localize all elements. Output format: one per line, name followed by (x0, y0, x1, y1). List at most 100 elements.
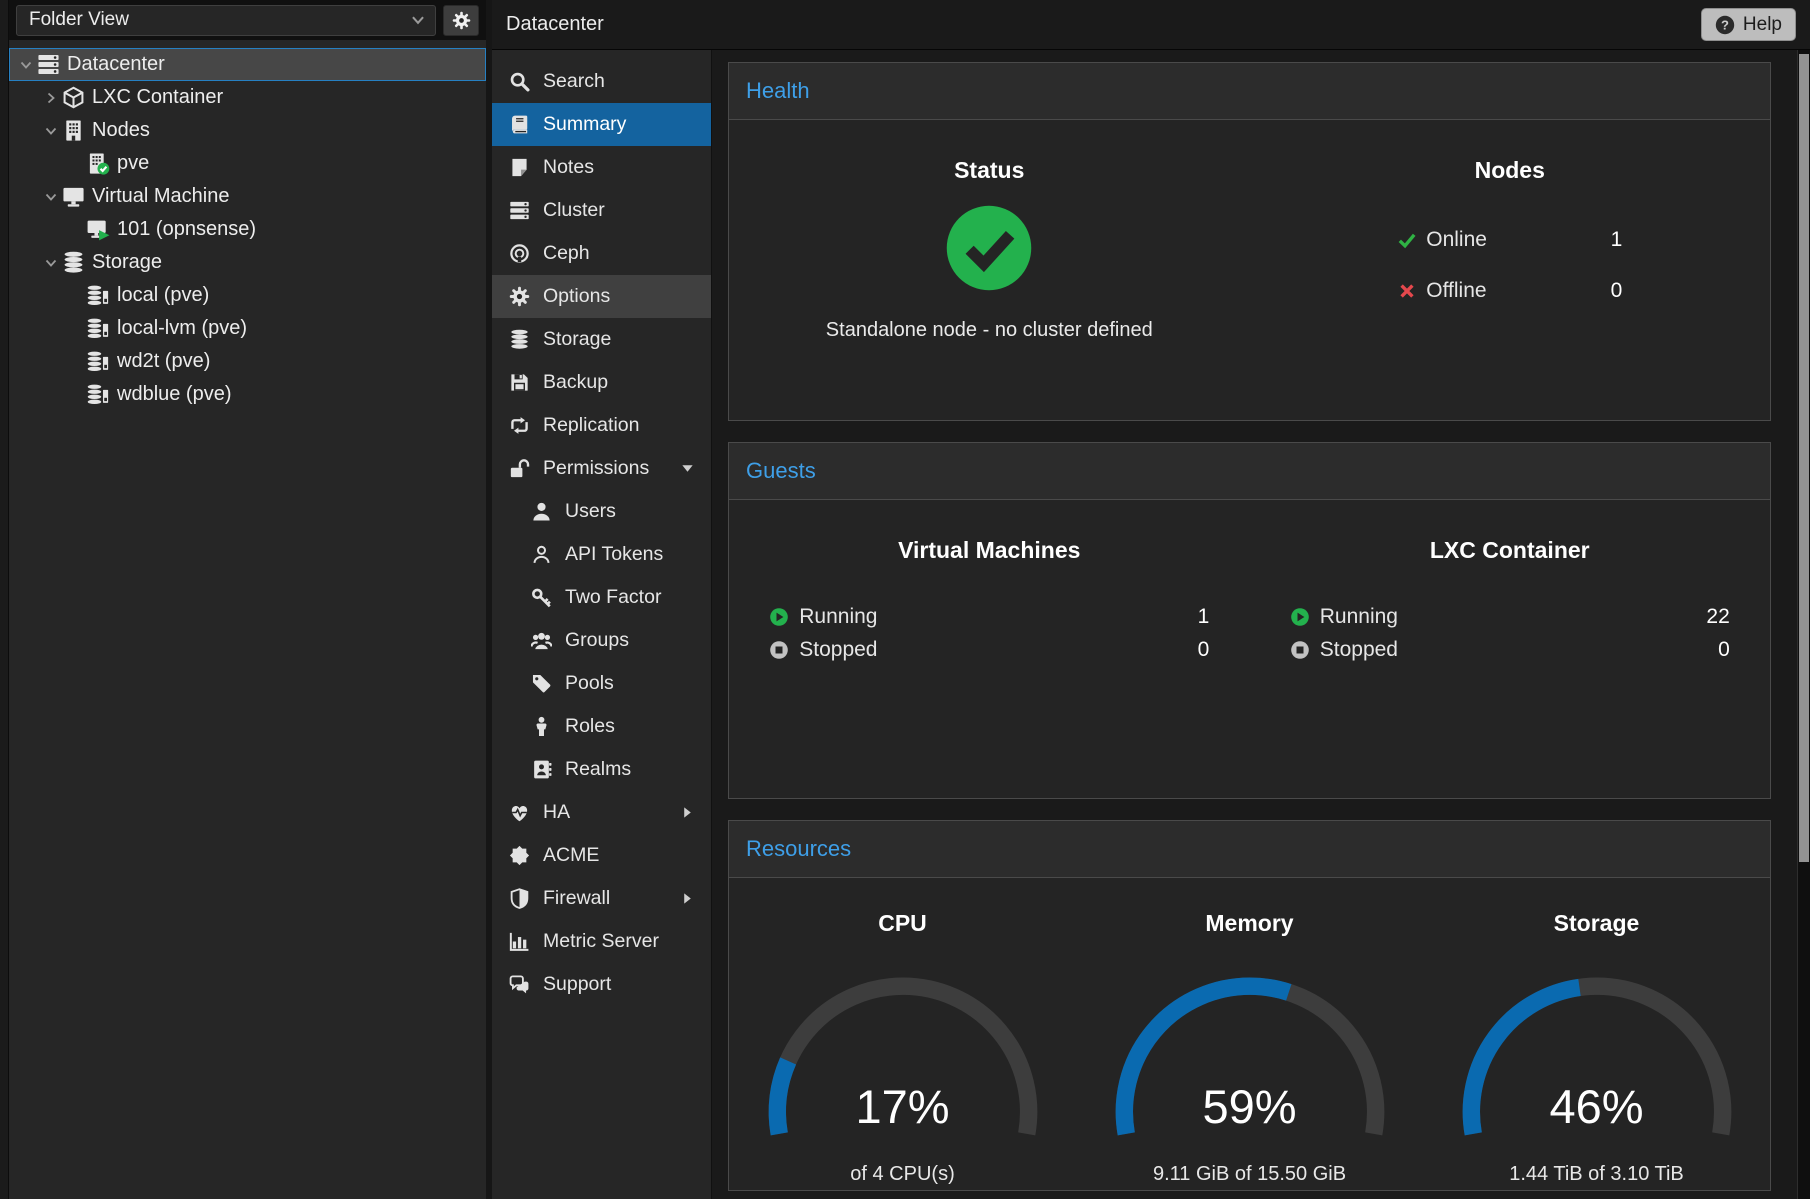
resource-tree-panel: Folder View DatacenterLXC Container Nodes… (9, 0, 486, 1199)
stat-value: 1 (1611, 228, 1623, 252)
nav-item-acme[interactable]: ACME (492, 834, 711, 877)
nav-item-summary[interactable]: Summary (492, 103, 711, 146)
nav-item-backup[interactable]: Backup (492, 361, 711, 404)
help-button[interactable]: ? Help (1701, 8, 1796, 41)
tree-item-101-opnsense[interactable]: 101 (opnsense) (9, 213, 486, 246)
stat-value: 0 (1718, 638, 1730, 662)
nav-item-label: API Tokens (565, 543, 663, 566)
nav-item-replication[interactable]: Replication (492, 404, 711, 447)
nav-item-realms[interactable]: Realms (492, 748, 711, 791)
gauge-cpu: CPU17%of 4 CPU(s) (729, 910, 1076, 1186)
unlock-icon (509, 458, 530, 479)
nav-item-ceph[interactable]: Ceph (492, 232, 711, 275)
tree-item-label: pve (117, 152, 149, 175)
tree-item-nodes[interactable]: Nodes (9, 114, 486, 147)
tree-settings-button[interactable] (443, 5, 479, 36)
guests-panel-title: Guests (746, 458, 816, 483)
gauge-subtext: 9.11 GiB of 15.50 GiB (1153, 1163, 1346, 1186)
nav-item-storage[interactable]: Storage (492, 318, 711, 361)
tree-item-local-lvm-pve[interactable]: local-lvm (pve) (9, 312, 486, 345)
gauge-heading: CPU (878, 910, 927, 937)
gauge-heading: Storage (1554, 910, 1640, 937)
stat-label: Offline (1426, 279, 1486, 303)
caret-spacer (67, 222, 85, 238)
tree-item-label: Storage (92, 251, 162, 274)
caret-down-icon[interactable] (42, 255, 60, 271)
stat-label: Stopped (1320, 638, 1398, 662)
nav-item-metric-server[interactable]: Metric Server (492, 920, 711, 963)
window-edge (0, 0, 9, 1199)
gauge-heading: Memory (1205, 910, 1293, 937)
tree-item-virtual-machine[interactable]: Virtual Machine (9, 180, 486, 213)
resources-panel: Resources CPU17%of 4 CPU(s)Memory59%9.11… (728, 820, 1771, 1191)
nav-item-two-factor[interactable]: Two Factor (492, 576, 711, 619)
guests-panel-body: Virtual Machines Running1Stopped0 LXC Co… (729, 500, 1770, 798)
shield-icon (509, 888, 530, 909)
tree-item-lxc-container[interactable]: LXC Container (9, 81, 486, 114)
chevron-right-icon (680, 891, 695, 906)
nav-item-users[interactable]: Users (492, 490, 711, 533)
desktop-icon (62, 185, 85, 208)
tree-item-storage[interactable]: Storage (9, 246, 486, 279)
right-area: Datacenter ? Help SearchSummaryNotesClus… (492, 0, 1810, 1199)
nav-item-label: Groups (565, 629, 629, 652)
caret-down-icon[interactable] (17, 57, 35, 73)
caret-spacer (67, 156, 85, 172)
tree-item-wdblue-pve[interactable]: wdblue (pve) (9, 378, 486, 411)
tree-item-local-pve[interactable]: local (pve) (9, 279, 486, 312)
proxmox-app: Folder View DatacenterLXC ContainerNodes… (0, 0, 1810, 1199)
nav-item-firewall[interactable]: Firewall (492, 877, 711, 920)
virtual-machines-column: Virtual Machines Running1Stopped0 (729, 537, 1250, 798)
building-check-icon (87, 152, 110, 175)
nav-item-search[interactable]: Search (492, 60, 711, 103)
key-icon (531, 587, 552, 608)
cube-icon (62, 86, 85, 109)
nav-item-label: Pools (565, 672, 614, 695)
tree-item-label: Nodes (92, 119, 150, 142)
tree-item-label: local (pve) (117, 284, 209, 307)
content-area: Health Status Standalone node - no clust… (712, 50, 1810, 1199)
view-selector-dropdown[interactable]: Folder View (16, 5, 436, 36)
nav-item-notes[interactable]: Notes (492, 146, 711, 189)
nav-item-label: Firewall (543, 887, 610, 910)
desktop-play-icon (87, 218, 110, 241)
gauge-percent: 17% (758, 1079, 1048, 1134)
scrollbar-thumb[interactable] (1799, 54, 1809, 862)
tree-item-wd2t-pve[interactable]: wd2t (pve) (9, 345, 486, 378)
person-icon (531, 716, 552, 737)
nav-item-pools[interactable]: Pools (492, 662, 711, 705)
gauge-percent: 59% (1105, 1079, 1395, 1134)
nav-item-label: Ceph (543, 242, 590, 265)
nav-item-ha[interactable]: HA (492, 791, 711, 834)
resource-gauges: CPU17%of 4 CPU(s)Memory59%9.11 GiB of 15… (729, 910, 1770, 1186)
nav-item-cluster[interactable]: Cluster (492, 189, 711, 232)
nodes-rows: Online1Offline0 (1397, 214, 1622, 316)
stat-row-stopped: Stopped 0 (1290, 633, 1730, 666)
stat-label: Running (799, 605, 877, 629)
replication-icon (509, 415, 530, 436)
caret-down-icon[interactable] (42, 189, 60, 205)
database-drive-icon (87, 383, 110, 406)
tree-item-pve[interactable]: pve (9, 147, 486, 180)
nav-item-options[interactable]: Options (492, 275, 711, 318)
nodes-heading: Nodes (1250, 157, 1771, 184)
nav-item-support[interactable]: Support (492, 963, 711, 1006)
nav-item-api-tokens[interactable]: API Tokens (492, 533, 711, 576)
virtual-machines-rows: Running1Stopped0 (769, 600, 1209, 666)
nav-item-groups[interactable]: Groups (492, 619, 711, 662)
content-scrollbar[interactable] (1797, 50, 1810, 1199)
nav-item-label: Notes (543, 156, 594, 179)
lxc-container-heading: LXC Container (1250, 537, 1771, 564)
chevron-down-icon (680, 461, 695, 476)
nav-item-permissions[interactable]: Permissions (492, 447, 711, 490)
database-drive-icon (87, 317, 110, 340)
view-selector-value: Folder View (29, 9, 129, 31)
gauge-percent: 46% (1452, 1079, 1742, 1134)
status-column: Status Standalone node - no cluster defi… (729, 157, 1250, 420)
tree-item-label: 101 (opnsense) (117, 218, 256, 241)
caret-right-icon[interactable] (42, 90, 60, 106)
tree-item-datacenter[interactable]: Datacenter (9, 48, 486, 81)
nav-item-roles[interactable]: Roles (492, 705, 711, 748)
caret-down-icon[interactable] (42, 123, 60, 139)
gauge-storage: Storage46%1.44 TiB of 3.10 TiB (1423, 910, 1770, 1186)
